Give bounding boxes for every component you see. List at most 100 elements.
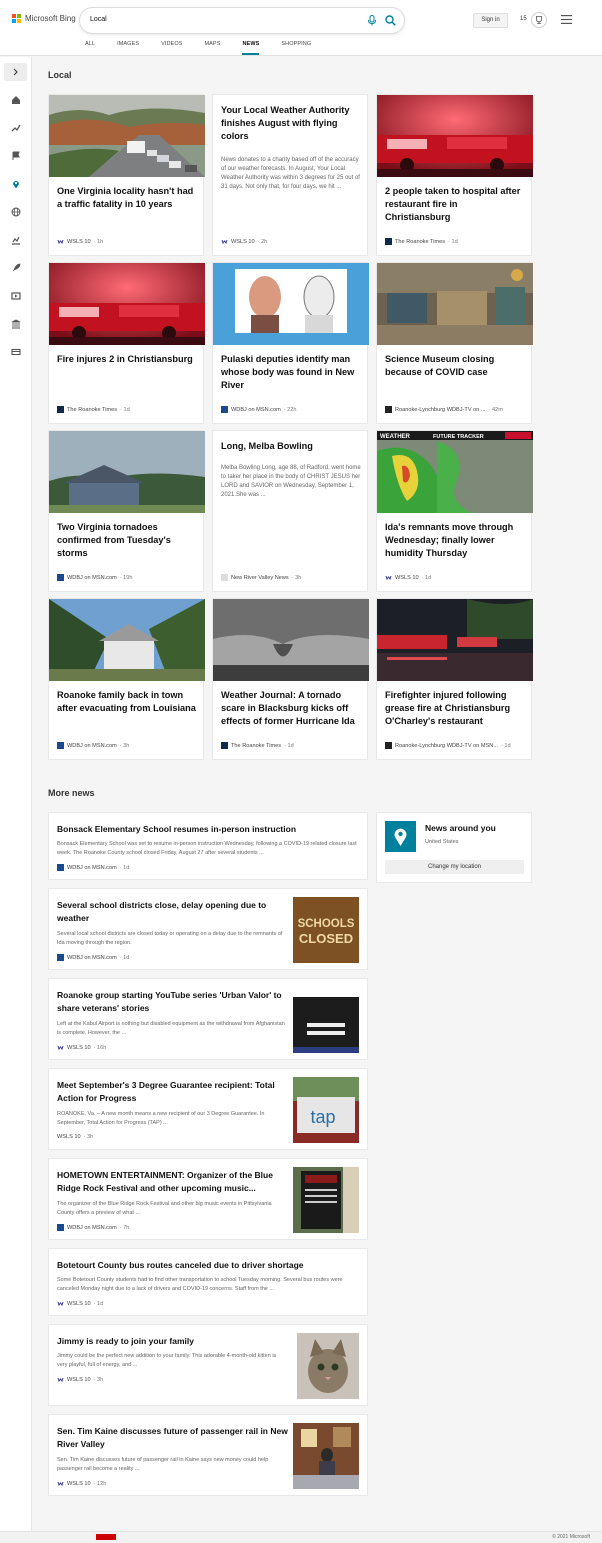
news-item-title[interactable]: Jimmy is ready to join your family	[57, 1335, 289, 1348]
news-list-item[interactable]: Roanoke group starting YouTube series 'U…	[48, 978, 368, 1060]
news-card[interactable]: Roanoke family back in town after evacua…	[48, 598, 205, 760]
source-time: · 1d	[421, 574, 432, 581]
around-title: News around you	[425, 823, 496, 833]
flag-icon[interactable]	[11, 151, 21, 161]
news-card[interactable]: Science Museum closing because of COVID …	[376, 262, 533, 424]
news-card[interactable]: WEATHER FUTURE TRACKER Ida's remnants mo…	[376, 430, 533, 592]
card-title[interactable]: Science Museum closing because of COVID …	[385, 353, 525, 379]
location-pin-icon[interactable]	[11, 179, 21, 189]
news-item-title[interactable]: Bonsack Elementary School resumes in-per…	[57, 823, 357, 836]
search-input[interactable]: Local	[90, 16, 107, 23]
wdbj-logo-icon	[57, 954, 64, 961]
news-item-title[interactable]: Sen. Tim Kaine discusses future of passe…	[57, 1425, 289, 1451]
news-item-source: WSLS 10 · 3h	[57, 1376, 103, 1383]
microsoft-logo-icon	[12, 14, 21, 23]
microphone-icon[interactable]	[367, 15, 377, 26]
news-card[interactable]: Weather Journal: A tornado scare in Blac…	[212, 598, 369, 760]
sign-in-button[interactable]: Sign in	[473, 13, 508, 28]
thumb-schools-text: SCHOOLS	[298, 918, 355, 930]
news-list-item[interactable]: Meet September's 3 Degree Guarantee reci…	[48, 1068, 368, 1150]
hamburger-menu-icon[interactable]	[561, 15, 572, 24]
business-chart-icon[interactable]	[11, 235, 21, 245]
rocket-icon[interactable]	[11, 263, 21, 273]
card-title[interactable]: 2 people taken to hospital after restaur…	[385, 185, 525, 224]
news-card[interactable]: Your Local Weather Authority finishes Au…	[212, 94, 368, 256]
card-source: WSLS 10 · 2h	[221, 238, 267, 245]
card-title[interactable]: Your Local Weather Authority finishes Au…	[221, 104, 361, 143]
source-time: · 7h	[119, 1224, 130, 1231]
footer-copyright: © 2021 Microsoft	[552, 1534, 590, 1540]
night-fire-scene-image	[377, 599, 533, 681]
source-name: The Roanoke Times	[395, 238, 446, 245]
news-list-item[interactable]: HOMETOWN ENTERTAINMENT: Organizer of the…	[48, 1158, 368, 1240]
location-pin-icon	[394, 828, 407, 846]
news-list-item[interactable]: Bonsack Elementary School resumes in-per…	[48, 812, 368, 880]
source-name: Roanoke-Lynchburg WDBJ-TV on ...	[395, 406, 486, 413]
card-title[interactable]: Pulaski deputies identify man whose body…	[221, 353, 361, 392]
card-title[interactable]: Firefighter injured following grease fir…	[385, 689, 525, 728]
tab-images[interactable]: IMAGES	[117, 41, 139, 55]
news-card[interactable]: One Virginia locality hasn't had a traff…	[48, 94, 205, 256]
source-time: · 19h	[119, 574, 133, 581]
card-title[interactable]: Long, Melba Bowling	[221, 440, 361, 453]
card-source: The Roanoke Times · 1d	[57, 406, 130, 413]
bing-logo[interactable]: Microsoft Bing	[12, 14, 76, 23]
tab-news[interactable]: NEWS	[242, 41, 260, 55]
around-location: United States	[425, 839, 459, 845]
news-item-title[interactable]: Several school districts close, delay op…	[57, 899, 285, 925]
news-item-title[interactable]: Botetourt County bus routes canceled due…	[57, 1259, 357, 1272]
source-time: · 1d	[501, 742, 511, 749]
source-time: · 2h	[257, 238, 268, 245]
news-item-source: WDBJ on MSN.com · 1d	[57, 864, 129, 871]
globe-icon[interactable]	[11, 207, 21, 217]
sidebar-expand-button[interactable]	[4, 63, 27, 81]
news-card[interactable]: Fire injures 2 in Christiansburg The Roa…	[48, 262, 205, 424]
news-list-item[interactable]: Botetourt County bus routes canceled due…	[48, 1248, 368, 1316]
source-name: Roanoke-Lynchburg WDBJ-TV on MSN...	[395, 742, 499, 749]
trending-icon[interactable]	[11, 123, 21, 133]
news-card[interactable]: Firefighter injured following grease fir…	[376, 598, 533, 760]
change-location-button[interactable]: Change my location	[385, 860, 524, 874]
rewards-count[interactable]: 15	[520, 16, 527, 22]
money-icon[interactable]	[11, 347, 21, 357]
tab-maps[interactable]: MAPS	[204, 41, 220, 55]
roanoke-times-logo-icon	[221, 742, 228, 749]
news-list-item[interactable]: Jimmy is ready to join your family Jimmy…	[48, 1324, 368, 1406]
news-list-item[interactable]: Sen. Tim Kaine discusses future of passe…	[48, 1414, 368, 1496]
card-title[interactable]: Weather Journal: A tornado scare in Blac…	[221, 689, 361, 728]
card-title[interactable]: Two Virginia tornadoes confirmed from Tu…	[57, 521, 197, 560]
wdbj-logo-icon	[57, 864, 64, 871]
search-icon[interactable]	[385, 15, 396, 26]
tab-shopping[interactable]: SHOPPING	[281, 41, 311, 55]
card-title[interactable]: Ida's remnants move through Wednesday; f…	[385, 521, 525, 560]
wdbj-logo-icon	[57, 574, 64, 581]
card-title[interactable]: One Virginia locality hasn't had a traff…	[57, 185, 197, 211]
tab-all[interactable]: ALL	[85, 41, 95, 55]
search-box[interactable]: Local	[80, 8, 404, 33]
news-card[interactable]: Pulaski deputies identify man whose body…	[212, 262, 369, 424]
source-time: · 1d	[448, 238, 458, 245]
local-section-title: Local	[48, 70, 72, 80]
news-card[interactable]: Two Virginia tornadoes confirmed from Tu…	[48, 430, 205, 592]
entertainment-icon[interactable]	[11, 291, 21, 301]
news-card[interactable]: Long, Melba Bowling Melba Bowling Long, …	[212, 430, 368, 592]
politics-building-icon[interactable]	[11, 319, 21, 329]
tap-sign-thumbnail: tap	[293, 1077, 359, 1143]
storm-cloud-image	[213, 599, 369, 681]
news-list-item[interactable]: Several school districts close, delay op…	[48, 888, 368, 970]
card-title[interactable]: Fire injures 2 in Christiansburg	[57, 353, 197, 366]
news-item-title[interactable]: Meet September's 3 Degree Guarantee reci…	[57, 1079, 289, 1105]
source-time: · 1h	[93, 238, 104, 245]
card-source: Roanoke-Lynchburg WDBJ-TV on MSN... · 1d	[385, 742, 511, 749]
home-icon[interactable]	[11, 95, 21, 105]
card-source: WDBJ on MSN.com · 19h	[57, 574, 132, 581]
rewards-trophy-icon[interactable]	[531, 12, 547, 28]
tab-videos[interactable]: VIDEOS	[161, 41, 182, 55]
news-item-title[interactable]: HOMETOWN ENTERTAINMENT: Organizer of the…	[57, 1169, 289, 1195]
news-item-title[interactable]: Roanoke group starting YouTube series 'U…	[57, 989, 289, 1015]
fire-truck-image	[377, 95, 533, 177]
news-card[interactable]: 2 people taken to hospital after restaur…	[376, 94, 533, 256]
card-snippet: News donates to a charity based off of t…	[221, 157, 360, 190]
card-title[interactable]: Roanoke family back in town after evacua…	[57, 689, 197, 715]
news-item-snippet: Jimmy could be the perfect new addition …	[57, 1353, 277, 1368]
